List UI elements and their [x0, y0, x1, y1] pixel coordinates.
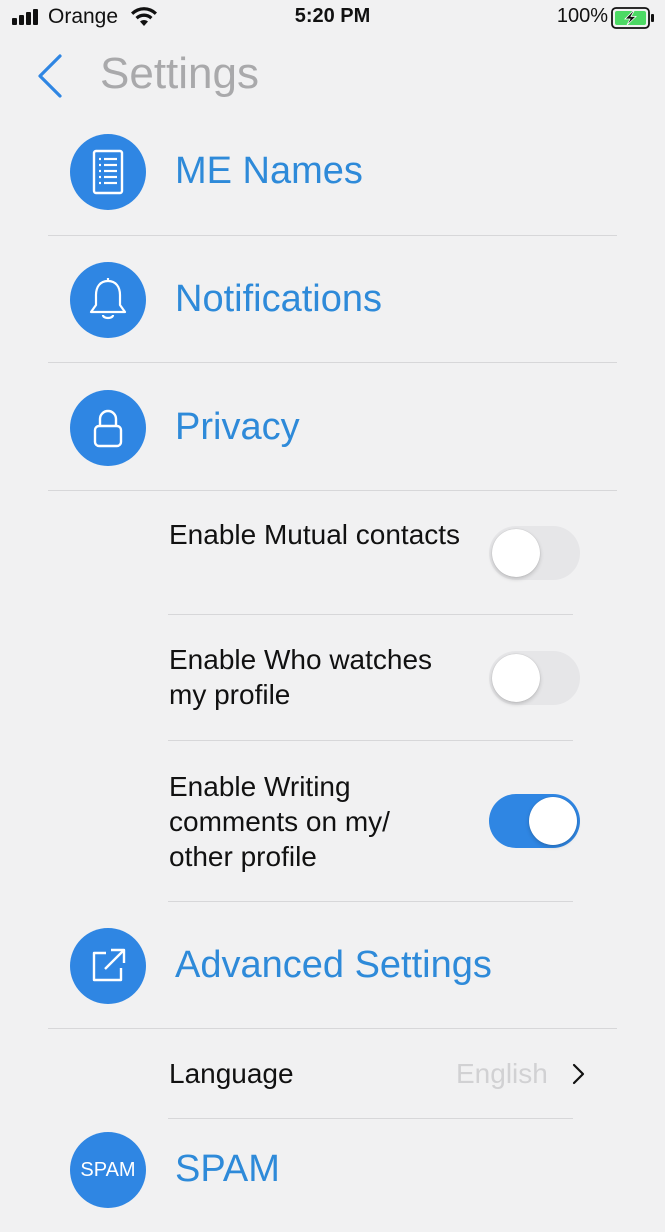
section-me-names[interactable]: ME Names: [0, 108, 665, 234]
section-notifications[interactable]: Notifications: [0, 236, 665, 362]
language-label: Language: [169, 1058, 294, 1089]
section-label-privacy: Privacy: [175, 406, 300, 448]
status-bar: Orange 5:20 PM 100%: [0, 0, 665, 36]
section-spam[interactable]: SPAM SPAM: [0, 1106, 665, 1232]
section-label-spam: SPAM: [175, 1148, 280, 1190]
who-watches-profile-toggle[interactable]: [489, 651, 580, 705]
option-label: Enable Writing comments on my/ other pro…: [169, 771, 390, 872]
toggle-knob: [492, 654, 540, 702]
language-value: English: [456, 1058, 548, 1089]
list-icon: [70, 134, 146, 210]
option-label: Enable Who watches my profile: [169, 644, 433, 710]
toggle-knob: [529, 797, 577, 845]
section-label-me-names: ME Names: [175, 150, 363, 192]
navigation-bar: Settings: [0, 40, 665, 112]
section-advanced-settings[interactable]: Advanced Settings: [0, 902, 665, 1028]
section-label-notifications: Notifications: [175, 278, 382, 320]
battery-percentage: 100%: [556, 5, 608, 27]
bell-icon: [70, 262, 146, 338]
lock-icon: [70, 390, 146, 466]
toggle-knob: [492, 529, 540, 577]
page-title: Settings: [100, 49, 259, 98]
divider: [48, 362, 617, 363]
chevron-right-icon: [572, 1063, 585, 1085]
privacy-option-mutual-contacts: Enable Mutual contacts: [0, 490, 665, 614]
privacy-option-writing-comments: Enable Writing comments on my/ other pro…: [0, 741, 665, 901]
spam-icon: SPAM: [70, 1132, 146, 1208]
external-link-icon: [70, 928, 146, 1004]
mutual-contacts-toggle[interactable]: [489, 526, 580, 580]
privacy-option-who-watches: Enable Who watches my profile: [0, 615, 665, 740]
back-chevron-icon[interactable]: [32, 52, 72, 100]
divider: [48, 1028, 617, 1029]
section-label-advanced-settings: Advanced Settings: [175, 944, 492, 986]
section-privacy[interactable]: Privacy: [0, 364, 665, 490]
option-label: Enable Mutual contacts: [169, 519, 461, 550]
writing-comments-toggle[interactable]: [489, 794, 580, 848]
battery-charging-icon: [611, 7, 654, 29]
